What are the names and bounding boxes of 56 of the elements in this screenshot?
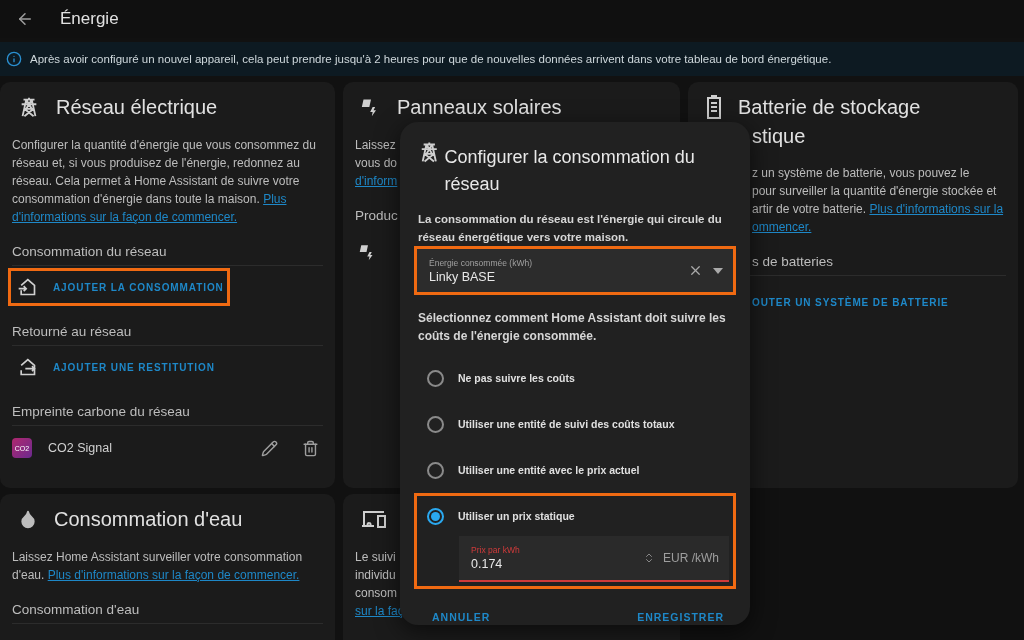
cost-prompt: Sélectionnez comment Home Assistant doit suivre les coûts de l'énergie consommée.	[418, 310, 727, 345]
card-title: Réseau électrique	[56, 95, 218, 119]
option-label: Utiliser un prix statique	[458, 510, 575, 522]
card-description: vous do	[355, 155, 398, 172]
help-link[interactable]: Plus d'informations sur la façon de commencer.	[47, 568, 300, 582]
section-label: Consommation d'eau	[12, 602, 323, 624]
help-link[interactable]: Plus	[263, 192, 287, 206]
card-description: artir de votre batterie. Plus d'informations sur la	[752, 201, 1004, 218]
card-description: pour surveiller la quantité d'énergie stockée et	[752, 183, 997, 200]
home-export-icon	[17, 357, 37, 377]
card-title: Panneaux solaires	[397, 95, 562, 119]
card-description: Laissez Home Assistant surveiller votre consommation d'eau. Plus d'informations sur la façon de commencer.	[12, 549, 304, 584]
page-title: Énergie	[60, 9, 119, 29]
home-import-icon	[17, 277, 37, 297]
help-link[interactable]: Plus d'informations sur la	[869, 202, 1004, 216]
add-button[interactable]: AJOUTER UNE RESTITUTION	[49, 357, 219, 377]
dialog-title: Configurer la consommation du réseau	[444, 146, 696, 196]
devices-icon	[361, 509, 387, 529]
cancel-button[interactable]: ANNULER	[428, 605, 495, 629]
section-label: Retourné au réseau	[12, 324, 323, 346]
save-button[interactable]: ENREGISTRER	[633, 605, 728, 629]
banner-text: Après avoir configuré un nouvel appareil, cela peut prendre jusqu'à 2 heures pour que de nouvelles données arrivent dans votre tableau de bord énergétique.	[30, 53, 832, 65]
radio-button[interactable]	[427, 461, 444, 479]
section-label: Consommation du réseau	[12, 244, 323, 266]
card-description: consom	[355, 585, 398, 602]
card-title: Batterie de stockage	[738, 95, 921, 119]
card-title: Consommation d'eau	[54, 507, 243, 531]
radio-button[interactable]	[427, 415, 444, 433]
card-description: Le suivi	[355, 549, 396, 566]
option-label: Utiliser une entité avec le prix actuel	[458, 464, 640, 476]
card-description: Laissez	[355, 137, 396, 154]
option-label: Utiliser une entité de suivi des coûts totaux	[458, 418, 675, 430]
help-link[interactable]: d'informations sur la façon de commencer.	[12, 210, 238, 224]
card-description: individu	[355, 567, 396, 584]
option-label: Ne pas suivre les coûts	[458, 372, 575, 384]
card-description: Configurer la quantité d'énergie que vous consommez du réseau et, si vous produisez de l'énergie, redonnez au réseau. Cela permet à Home Assistant de suivre votre consommation d'énergie dans toute la maison. Plus d'informations sur la façon de commencer.	[12, 137, 317, 226]
add-button[interactable]: AJOUTER LA CONSOMMATION	[49, 277, 228, 297]
battery-icon	[706, 95, 722, 119]
radio-button[interactable]	[427, 369, 444, 387]
add-button[interactable]: OUTER UN SYSTÈME DE BATTERIE	[748, 293, 953, 312]
section-label: Empreinte carbone du réseau	[12, 404, 323, 426]
water-drop-icon	[18, 509, 38, 529]
dropdown-caret-icon[interactable]	[713, 267, 723, 274]
spinner-icon[interactable]	[643, 552, 655, 564]
entity-select[interactable]: Énergie consommée (kWh) Linky BASE	[417, 249, 733, 292]
section-label: Produc	[355, 208, 399, 225]
clear-icon[interactable]	[688, 263, 703, 278]
entity-name: CO2 Signal	[48, 441, 113, 455]
info-icon	[6, 51, 22, 67]
help-link[interactable]: d'inform	[355, 174, 398, 188]
help-link[interactable]: ommencer.	[752, 220, 812, 234]
card-title: stique	[752, 124, 806, 149]
card-description: z un système de batterie, vous pouvez le	[752, 165, 970, 182]
dialog-description: La consommation du réseau est l'énergie qui circule du réseau énergétique vers votre maison.	[418, 212, 723, 245]
price-field[interactable]: Prix par kWh 0.174 EUR /kWh	[459, 536, 729, 582]
radio-button[interactable]	[427, 507, 444, 525]
